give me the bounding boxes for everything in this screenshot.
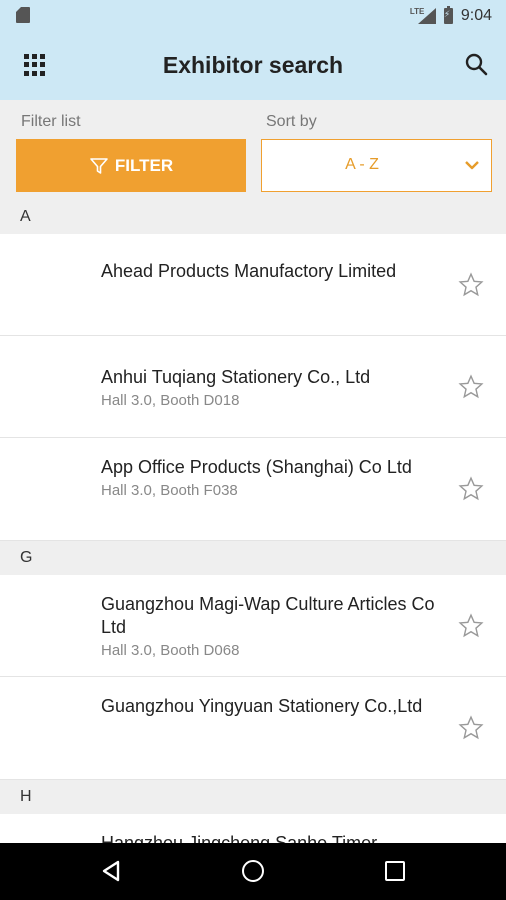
- page-title: Exhibitor search: [162, 52, 344, 78]
- exhibitor-name: App Office Products (Shanghai) Co Ltd Ha…: [101, 456, 441, 501]
- exhibitor-row[interactable]: Ahead Products Manufactory Limited: [0, 234, 506, 336]
- recent-apps-icon[interactable]: [385, 861, 405, 881]
- status-icons: LTE 9:04: [410, 5, 492, 27]
- chevron-down-icon: [465, 161, 479, 170]
- section-header-g: G: [0, 541, 506, 575]
- network-type: LTE: [409, 7, 425, 16]
- exhibitor-booth: Hall 3.0, Booth D018: [101, 392, 240, 409]
- exhibitor-booth: Hall 3.0, Booth D068: [101, 642, 240, 659]
- filter-list-label: Filter list: [21, 113, 81, 130]
- star-icon[interactable]: [458, 374, 484, 400]
- star-icon[interactable]: [458, 476, 484, 502]
- exhibitor-booth: Hall 3.0, Booth F038: [101, 482, 238, 499]
- exhibitor-name: Guangzhou Magi-Wap Culture Articles Co L…: [101, 593, 441, 661]
- exhibitor-row[interactable]: Anhui Tuqiang Stationery Co., Ltd Hall 3…: [0, 336, 506, 438]
- back-icon[interactable]: [100, 860, 122, 882]
- section-header-h: H: [0, 780, 506, 814]
- sort-by-label: Sort by: [266, 113, 317, 130]
- filter-sort-bar: Filter list Sort by FILTER A - Z: [0, 100, 506, 200]
- battery-icon: [443, 6, 453, 24]
- exhibitor-name: Ahead Products Manufactory Limited: [101, 261, 397, 281]
- star-icon[interactable]: [458, 272, 484, 298]
- app-bar: Exhibitor search: [0, 32, 506, 100]
- sim-card-icon: [16, 7, 30, 23]
- filter-button-label: FILTER: [114, 155, 174, 175]
- sort-value: A - Z: [345, 156, 379, 173]
- section-letter: H: [20, 788, 32, 805]
- section-header-a: A: [0, 200, 506, 234]
- status-time: 9:04: [460, 7, 492, 24]
- signal-icon: LTE: [410, 7, 436, 24]
- section-letter: A: [20, 208, 31, 225]
- funnel-icon: [90, 157, 108, 174]
- exhibitor-name: Guangzhou Yingyuan Stationery Co.,Ltd: [101, 696, 423, 716]
- sort-select[interactable]: A - Z: [261, 139, 492, 192]
- home-icon[interactable]: [242, 860, 264, 882]
- section-letter: G: [20, 549, 33, 566]
- search-icon[interactable]: [464, 52, 488, 76]
- system-nav-bar: [0, 843, 506, 900]
- exhibitor-row[interactable]: Guangzhou Yingyuan Stationery Co.,Ltd: [0, 677, 506, 780]
- filter-button[interactable]: FILTER: [16, 139, 246, 192]
- exhibitor-row[interactable]: App Office Products (Shanghai) Co Ltd Ha…: [0, 438, 506, 541]
- star-icon[interactable]: [458, 613, 484, 639]
- status-bar: LTE 9:04: [0, 0, 506, 32]
- exhibitor-name: Anhui Tuqiang Stationery Co., Ltd Hall 3…: [101, 366, 441, 411]
- exhibitor-row[interactable]: Guangzhou Magi-Wap Culture Articles Co L…: [0, 575, 506, 677]
- star-icon[interactable]: [458, 715, 484, 741]
